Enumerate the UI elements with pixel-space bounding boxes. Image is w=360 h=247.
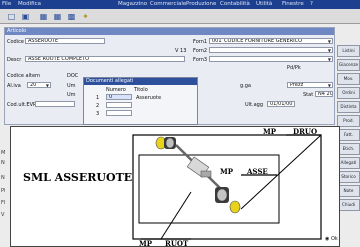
forn2-field[interactable]: ▼ xyxy=(209,47,333,53)
um-label: Um xyxy=(67,83,76,89)
open-folder-icon[interactable]: ▣ xyxy=(20,11,31,22)
cod-ult-evr-label: Cod.ult.EVR xyxy=(7,102,37,108)
menu-item-help[interactable]: ? xyxy=(310,1,313,7)
forn1-field[interactable]: 001_CODICE FORNITORE GENERICO ▼ xyxy=(209,38,333,44)
menu-item-contabilita[interactable]: Contabilità xyxy=(220,1,250,7)
frame-inner xyxy=(138,154,280,224)
chevron-down-icon: ▼ xyxy=(45,83,49,88)
menu-item-modifica[interactable]: Modifica xyxy=(18,1,41,7)
titolo-cell: Asseruote xyxy=(136,95,162,101)
side-button-giacenze[interactable]: Giacenze xyxy=(337,59,360,71)
chevron-down-icon: ▼ xyxy=(327,57,331,62)
side-button-mov[interactable]: Mov. xyxy=(337,73,360,85)
v13-label: V 13 xyxy=(175,48,187,54)
cod-ult-evr-field[interactable] xyxy=(35,101,75,107)
label-druo: DRUO xyxy=(293,127,318,136)
chevron-down-icon: ▼ xyxy=(327,48,331,53)
new-document-icon[interactable]: □ xyxy=(6,11,17,22)
um2-label: Um xyxy=(67,92,76,98)
column-header-titolo: Titolo xyxy=(134,87,148,93)
leader-ruot-diag xyxy=(160,191,192,240)
forn3-field[interactable]: ▼ xyxy=(209,56,333,62)
row-index: 2 xyxy=(96,103,100,109)
label-mp-ruot: MP xyxy=(139,239,153,247)
menu-item-magazzino[interactable]: Magazzino xyxy=(118,1,147,7)
dialog-title: Documenti allegati xyxy=(84,78,197,85)
prezzo-field[interactable]: Prezz ▼ xyxy=(287,82,333,88)
form-title: Articolo xyxy=(5,28,334,35)
side-button-distinta[interactable]: Distinta xyxy=(337,101,360,113)
side-button-listini[interactable]: Listini xyxy=(337,45,360,57)
gutter-text: Fl xyxy=(1,200,6,206)
doc-label: DOC xyxy=(67,73,79,79)
side-button-ordini[interactable]: Ordini xyxy=(337,87,360,99)
aliva-field[interactable]: 20 ▼ xyxy=(27,82,51,88)
side-button-prod[interactable]: Prod. xyxy=(337,115,360,127)
ok-indicator[interactable]: ◉ Ok xyxy=(325,236,338,242)
prezzo-value: Prezz xyxy=(290,82,304,88)
tools-icon[interactable]: ✦ xyxy=(80,11,91,22)
forn1-label: Forn1 xyxy=(193,39,208,45)
drawing-title: SML ASSERUOTE xyxy=(23,171,133,184)
numero-cell[interactable]: 0 xyxy=(106,94,132,100)
menu-item-finestre[interactable]: Finestre xyxy=(282,1,304,7)
stat-field[interactable]: N4 20 xyxy=(315,91,333,97)
gutter-text: Pl xyxy=(1,188,6,194)
codice-label: Codice xyxy=(7,39,24,45)
label-mp-druo: MP xyxy=(263,127,277,136)
descr-label: Descr xyxy=(7,57,22,63)
save-icon[interactable]: ▦ xyxy=(38,11,49,22)
ult-agg-field[interactable]: 01/01/00 xyxy=(267,101,295,107)
forn3-label: Forn3 xyxy=(193,57,208,63)
menu-item-file[interactable]: File xyxy=(2,1,11,7)
numero-cell[interactable] xyxy=(106,102,132,108)
label-ruot: RUOT xyxy=(165,239,189,247)
ok-label: Ok xyxy=(330,236,338,242)
label-asse: ASSE xyxy=(247,167,268,176)
chevron-down-icon: ▼ xyxy=(327,39,331,44)
row-index: 1 xyxy=(96,95,100,101)
table-row[interactable]: 3 xyxy=(86,110,196,117)
label-mp-asse: MP xyxy=(220,167,234,176)
menu-bar: File Modifica Magazzino Commerciale Prod… xyxy=(0,0,360,9)
attached-documents-dialog: Documenti allegati Numero Titolo 1 0 Ass… xyxy=(83,77,198,125)
forn1-value: 001_CODICE FORNITORE GENERICO xyxy=(212,38,303,44)
toolbar: □ ▣ ▦ ▦ ▩ ✦ xyxy=(0,9,360,24)
menu-item-utilita[interactable]: Utilità xyxy=(256,1,272,7)
table-row[interactable]: 1 0 Asseruote xyxy=(86,94,196,101)
wheel-top-left xyxy=(155,136,176,150)
row-index: 3 xyxy=(96,111,100,117)
column-header-numero: Numero xyxy=(106,87,126,93)
attached-drawing: SML ASSERUOTE MP DRUO MP ASSE MP RUOT xyxy=(10,126,340,247)
menu-item-produzione[interactable]: Produzione xyxy=(186,1,216,7)
ga-label: g.ga xyxy=(240,83,252,89)
gutter-text: M xyxy=(1,150,6,156)
ult-agg-label: Ult.agg xyxy=(245,102,264,108)
gutter-text: V xyxy=(1,212,5,218)
numero-cell[interactable] xyxy=(106,110,132,116)
gutter-text: N xyxy=(1,160,5,166)
ok-icon: ◉ xyxy=(325,236,330,242)
gutter-text: N xyxy=(1,175,5,181)
table-row[interactable]: 2 xyxy=(86,102,196,109)
chevron-down-icon: ▼ xyxy=(327,83,331,88)
pdpk-label: Pd/Pk xyxy=(287,65,301,71)
aliva-label: Al.iva xyxy=(7,83,21,89)
stat-label: Stat xyxy=(303,92,314,98)
menu-item-commerciale[interactable]: Commerciale xyxy=(150,1,186,7)
codice-field[interactable]: ASSERUOTE xyxy=(25,38,105,44)
save-all-icon[interactable]: ▦ xyxy=(52,11,63,22)
descr-field[interactable]: ASSE RUOTE COMPLETO xyxy=(25,56,185,62)
wheel-bottom-right xyxy=(215,187,241,214)
assembly-drawing-svg xyxy=(132,134,322,240)
forn2-label: Forn2 xyxy=(193,48,208,54)
codice-altern-label: Codice altern xyxy=(7,73,41,79)
print-icon[interactable]: ▩ xyxy=(66,11,77,22)
axle-assembly xyxy=(175,144,222,190)
aliva-value: 20 xyxy=(30,82,37,88)
